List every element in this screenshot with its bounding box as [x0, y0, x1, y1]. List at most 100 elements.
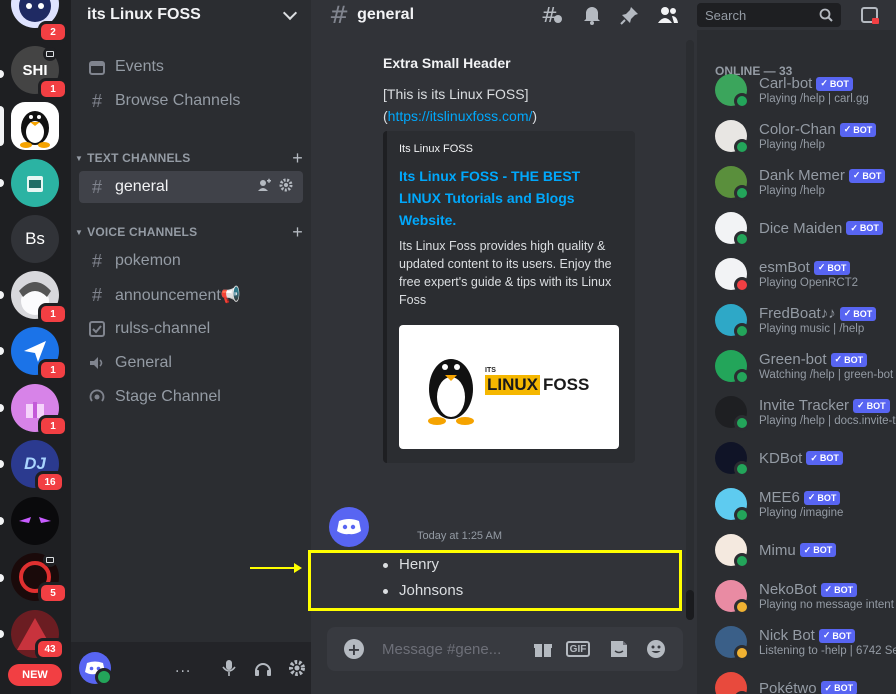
bot-badge: ✓ BOT: [799, 543, 837, 557]
server-icon-eyes[interactable]: [11, 497, 59, 545]
member-item[interactable]: Nick Bot ✓ BOT Listening to -help | 6742 Se: [715, 620, 896, 664]
status-dot: [734, 231, 750, 247]
emoji-icon[interactable]: [645, 639, 667, 659]
avatar[interactable]: [715, 120, 750, 155]
search-input[interactable]: Search: [697, 3, 841, 27]
bell-icon[interactable]: [581, 5, 603, 25]
avatar[interactable]: [79, 652, 113, 686]
avatar[interactable]: [715, 350, 750, 385]
avatar[interactable]: [715, 626, 750, 661]
status-dot: [734, 277, 750, 293]
pin-icon[interactable]: [619, 5, 641, 25]
bot-label: BOT: [819, 453, 839, 463]
svg-text:#: #: [541, 5, 558, 25]
member-item[interactable]: Pokétwo ✓ BOT: [715, 666, 896, 694]
avatar[interactable]: [329, 507, 369, 547]
channel-rulss[interactable]: rulss-channel: [79, 313, 303, 345]
member-name: KDBot: [759, 449, 803, 467]
settings-gear-icon[interactable]: [287, 658, 307, 678]
avatar[interactable]: [715, 258, 750, 293]
threads-icon[interactable]: #: [541, 5, 563, 25]
bot-label: BOT: [829, 78, 849, 89]
events-item[interactable]: Events: [79, 51, 303, 83]
member-activity: Playing /imagine: [759, 507, 844, 519]
avatar[interactable]: [715, 442, 750, 477]
avatar[interactable]: [715, 672, 750, 694]
member-item[interactable]: KDBot ✓ BOT: [715, 436, 896, 480]
headphones-icon[interactable]: [253, 658, 273, 678]
member-item[interactable]: MEE6 ✓ BOT Playing /imagine: [715, 482, 896, 526]
guild-name: its Linux FOSS: [87, 6, 201, 23]
avatar[interactable]: [715, 488, 750, 523]
add-attachment-icon[interactable]: +: [344, 639, 364, 659]
member-item[interactable]: FredBoat♪♪ ✓ BOT Playing music | /help: [715, 298, 896, 342]
channel-general-voice[interactable]: General: [79, 347, 303, 379]
scrollbar-thumb[interactable]: [686, 590, 694, 620]
scrollbar-track[interactable]: [686, 40, 694, 620]
sticker-icon[interactable]: [608, 639, 630, 659]
avatar[interactable]: [715, 396, 750, 431]
verified-check-icon: ✓: [850, 222, 858, 233]
unread-pip: [0, 517, 4, 525]
category-label: VOICE CHANNELS: [87, 225, 198, 239]
bot-badge: ✓ BOT: [803, 490, 841, 505]
channel-stage[interactable]: Stage Channel: [79, 381, 303, 413]
server-icon-bucket[interactable]: [11, 159, 59, 207]
gear-icon[interactable]: [279, 178, 293, 197]
add-channel-icon[interactable]: +: [292, 148, 303, 169]
search-placeholder: Search: [705, 7, 747, 23]
message-link[interactable]: https://itslinuxfoss.com/: [388, 108, 533, 124]
member-info: MEE6 ✓ BOT Playing /imagine: [759, 489, 843, 519]
browse-channels-item[interactable]: # Browse Channels: [79, 85, 303, 117]
inbox-icon[interactable]: [859, 5, 881, 25]
message-composer[interactable]: + Message #gene... GIF: [327, 627, 683, 671]
events-label: Events: [115, 58, 164, 75]
member-name: Carl-bot: [759, 75, 813, 92]
embed-author[interactable]: Its Linux FOSS: [399, 143, 623, 155]
hash-icon: #: [91, 284, 102, 305]
member-info: FredBoat♪♪ ✓ BOT Playing music | /help: [759, 305, 877, 335]
avatar[interactable]: [715, 534, 750, 569]
member-item[interactable]: Mimu ✓ BOT: [715, 528, 896, 572]
verified-check-icon: ✓: [810, 452, 818, 463]
avatar[interactable]: [715, 580, 750, 615]
member-item[interactable]: NekoBot ✓ BOT Playing no message intent: [715, 574, 896, 618]
hash-icon: #: [91, 176, 102, 197]
channel-announcement[interactable]: # announcement📢: [79, 279, 303, 311]
member-list-icon[interactable]: [657, 5, 679, 25]
member-info: Pokétwo ✓ BOT: [759, 680, 858, 694]
member-activity: Watching /help | green-bot: [759, 369, 894, 381]
add-member-icon[interactable]: [257, 178, 271, 197]
gif-icon[interactable]: GIF: [565, 639, 591, 659]
member-item[interactable]: Carl-bot ✓ BOT Playing /help | carl.gg: [715, 68, 896, 112]
voice-channels-category[interactable]: ▼ VOICE CHANNELS +: [75, 222, 303, 243]
member-item[interactable]: Dank Memer ✓ BOT Playing /help: [715, 160, 896, 204]
channel-label: rulss-channel: [115, 320, 211, 337]
bot-badge: ✓ BOT: [830, 352, 868, 367]
server-icon-linux-foss[interactable]: [11, 102, 59, 150]
verified-check-icon: ✓: [843, 124, 852, 134]
member-item[interactable]: Green-bot ✓ BOT Watching /help | green-bot: [715, 344, 896, 388]
avatar[interactable]: [715, 74, 750, 109]
channel-general[interactable]: # general: [79, 171, 303, 203]
text-channels-category[interactable]: ▼ TEXT CHANNELS +: [75, 148, 303, 169]
avatar[interactable]: [715, 166, 750, 201]
microphone-icon[interactable]: [219, 658, 239, 678]
add-channel-icon[interactable]: +: [292, 222, 303, 243]
member-item[interactable]: Dice Maiden ✓ BOT: [715, 206, 896, 250]
server-icon-bs[interactable]: Bs: [11, 215, 59, 263]
highlight-box: [308, 550, 682, 611]
avatar[interactable]: [715, 304, 750, 339]
message-input[interactable]: Message #gene...: [382, 641, 501, 658]
new-badge[interactable]: NEW: [8, 664, 62, 686]
avatar[interactable]: [715, 212, 750, 247]
channel-pokemon[interactable]: # pokemon: [79, 245, 303, 277]
member-name-row: KDBot ✓ BOT: [759, 450, 843, 467]
member-item[interactable]: esmBot ✓ BOT Playing OpenRCT2: [715, 252, 896, 296]
embed-image[interactable]: ITS LINUX FOSS: [399, 325, 619, 449]
embed-title[interactable]: Its Linux FOSS - THE BEST LINUX Tutorial…: [399, 165, 623, 231]
gift-icon[interactable]: [532, 639, 554, 659]
member-item[interactable]: Color-Chan ✓ BOT Playing /help: [715, 114, 896, 158]
guild-header[interactable]: its Linux FOSS: [71, 0, 311, 30]
member-item[interactable]: Invite Tracker ✓ BOT Playing /help | docs.i…: [715, 390, 896, 434]
